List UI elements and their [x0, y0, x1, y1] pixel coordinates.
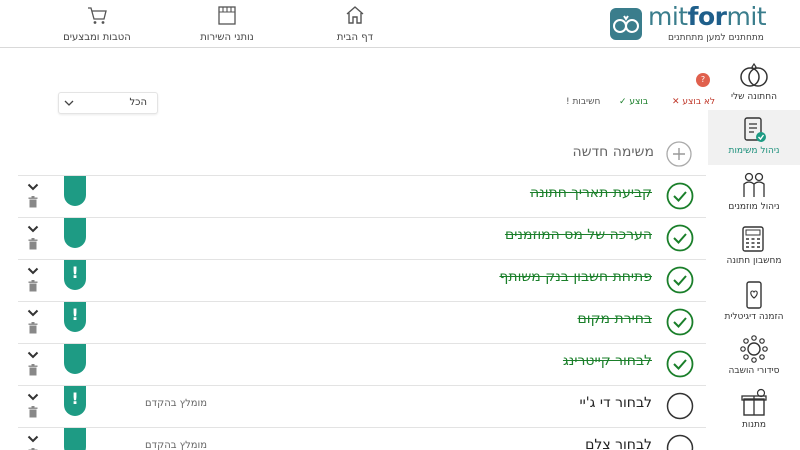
guests-icon	[743, 172, 765, 197]
task-category-tag: !	[64, 260, 86, 290]
nav-home-label: דף הבית	[336, 32, 374, 43]
new-task-button[interactable]: משימה חדשה	[560, 141, 694, 167]
task-note: מומלץ בהקדם	[145, 440, 208, 450]
sidebar-item-label: ניהול משימות	[728, 146, 780, 156]
filter-not-done[interactable]: ✕ לא בוצע	[672, 97, 715, 107]
task-title[interactable]: לבחור די ג'יי	[580, 395, 652, 411]
filter-important[interactable]: ! חשיבות	[566, 97, 600, 107]
sidebar: החתונה שלי ניהול משימות ניהול מוזמנים מח…	[708, 48, 800, 450]
task-row[interactable]: פתיחת חשבון בנק משותף!	[18, 259, 706, 301]
close-x-icon: ✕	[672, 97, 680, 107]
sidebar-item-gifts[interactable]: מתנות	[708, 384, 800, 439]
sidebar-item-label: מתנות	[742, 420, 766, 430]
task-row[interactable]: לבחור קייטרינג	[18, 343, 706, 385]
new-task-label: משימה חדשה	[572, 144, 654, 160]
sidebar-item-calculator[interactable]: מחשבון חתונה	[708, 220, 800, 275]
sidebar-item-label: החתונה שלי	[731, 92, 777, 102]
plus-icon	[666, 141, 692, 167]
store-icon	[218, 6, 236, 25]
calculator-icon	[742, 226, 764, 252]
brand-name: mitformit	[648, 2, 767, 31]
nav-deals[interactable]: הטבות ומבצעים	[42, 4, 152, 43]
expand-chevron-icon[interactable]	[27, 350, 39, 360]
expand-chevron-icon[interactable]	[27, 224, 39, 234]
nav-deals-label: הטבות ומבצעים	[63, 32, 131, 43]
seating-icon	[740, 335, 768, 363]
exclamation-icon: !	[566, 97, 570, 107]
trash-icon[interactable]	[28, 364, 38, 376]
logo-icon	[610, 8, 642, 40]
filter-select-value: הכל	[129, 97, 147, 108]
sidebar-item-seating[interactable]: סידורי הושבה	[708, 330, 800, 385]
task-title[interactable]: בחירת מקום	[578, 311, 652, 327]
task-title[interactable]: הערכה של מס המוזמנים	[505, 227, 652, 243]
sidebar-item-label: סידורי הושבה	[728, 366, 780, 376]
task-row[interactable]: הערכה של מס המוזמנים	[18, 217, 706, 259]
check-icon: ✓	[619, 97, 627, 107]
check-circle-icon[interactable]	[666, 266, 694, 294]
task-category-tag	[64, 176, 86, 206]
sidebar-item-guests[interactable]: ניהול מוזמנים	[708, 166, 800, 221]
phone-invite-icon	[746, 281, 762, 309]
home-icon	[346, 6, 364, 24]
top-header: mitformit מתחתנים למען מתחתנים דף הבית נ…	[0, 0, 800, 48]
task-row[interactable]: לבחור די ג'יי! מומלץ בהקדם	[18, 385, 706, 427]
expand-chevron-icon[interactable]	[27, 182, 39, 192]
expand-chevron-icon[interactable]	[27, 308, 39, 318]
chevron-down-icon	[64, 100, 74, 106]
task-title[interactable]: לבחור צלם	[585, 437, 652, 450]
expand-chevron-icon[interactable]	[27, 266, 39, 276]
filter-done[interactable]: ✓ בוצע	[619, 97, 648, 107]
check-circle-icon[interactable]	[666, 350, 694, 378]
task-row[interactable]: לבחור צלם מומלץ בהקדם	[18, 427, 706, 450]
sidebar-item-label: הזמנה דיגיטלית	[724, 312, 784, 322]
important-icon: !	[71, 389, 79, 408]
filter-select[interactable]: הכל	[58, 92, 158, 114]
task-category-tag	[64, 344, 86, 374]
check-circle-icon[interactable]	[666, 182, 694, 210]
task-note: מומלץ בהקדם	[145, 398, 208, 409]
sidebar-item-label: ניהול מוזמנים	[728, 202, 780, 212]
important-icon: !	[71, 305, 79, 324]
task-title[interactable]: קביעת תאריך חתונה	[530, 185, 652, 201]
brand-logo[interactable]: mitformit מתחתנים למען מתחתנים	[610, 2, 786, 43]
sidebar-item-tasks[interactable]: ניהול משימות	[708, 110, 800, 165]
task-category-tag	[64, 218, 86, 248]
trash-icon[interactable]	[28, 322, 38, 334]
task-row[interactable]: בחירת מקום!	[18, 301, 706, 343]
brand-tagline: מתחתנים למען מתחתנים	[668, 33, 764, 43]
task-title[interactable]: פתיחת חשבון בנק משותף	[499, 269, 652, 285]
expand-chevron-icon[interactable]	[27, 434, 39, 444]
nav-vendors-label: נותני השירות	[200, 32, 254, 43]
sidebar-item-digital-invite[interactable]: הזמנה דיגיטלית	[708, 276, 800, 331]
task-row[interactable]: קביעת תאריך חתונה	[18, 175, 706, 217]
rings-icon	[740, 62, 768, 87]
task-title[interactable]: לבחור קייטרינג	[563, 353, 652, 369]
expand-chevron-icon[interactable]	[27, 392, 39, 402]
empty-circle-icon[interactable]	[666, 392, 694, 420]
sidebar-item-label: מחשבון חתונה	[726, 256, 782, 266]
check-circle-icon[interactable]	[666, 308, 694, 336]
task-category-tag: !	[64, 302, 86, 332]
checklist-icon	[744, 117, 766, 142]
nav-home[interactable]: דף הבית	[300, 4, 410, 43]
sidebar-item-my-wedding[interactable]: החתונה שלי	[708, 56, 800, 111]
empty-circle-icon[interactable]	[666, 434, 694, 450]
trash-icon[interactable]	[28, 280, 38, 292]
task-category-tag: !	[64, 386, 86, 416]
nav-vendors[interactable]: נותני השירות	[172, 4, 282, 43]
help-badge[interactable]: ?	[696, 73, 710, 87]
important-icon: !	[71, 263, 79, 282]
task-category-tag	[64, 428, 86, 450]
trash-icon[interactable]	[28, 406, 38, 418]
trash-icon[interactable]	[28, 196, 38, 208]
trash-icon[interactable]	[28, 238, 38, 250]
check-circle-icon[interactable]	[666, 224, 694, 252]
cart-icon	[88, 7, 107, 24]
gift-icon	[741, 388, 767, 416]
